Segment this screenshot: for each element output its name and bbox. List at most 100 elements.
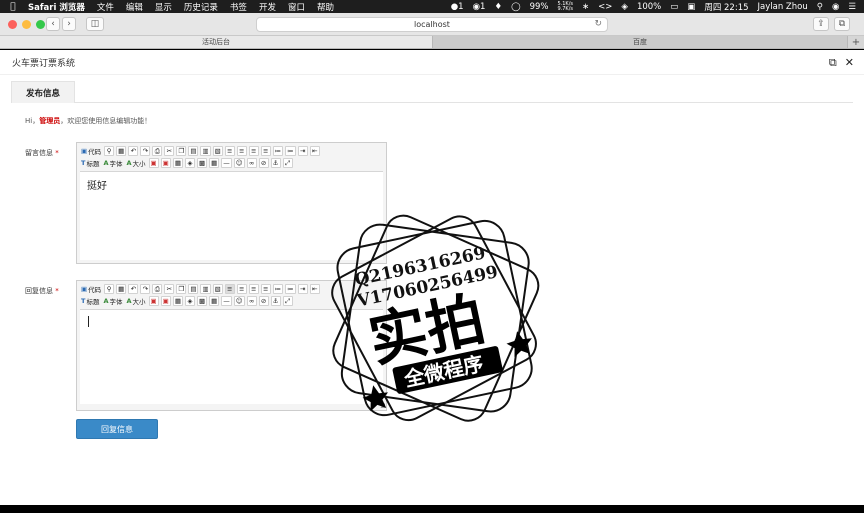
person-status[interactable]: ●1: [451, 2, 464, 12]
anchor-button[interactable]: ⚓: [270, 158, 281, 168]
align-left-button[interactable]: ≡: [224, 146, 235, 156]
unordered-list-button[interactable]: ≔: [285, 146, 296, 156]
redo-button[interactable]: ↷: [140, 284, 151, 294]
unlink-button[interactable]: ⊘: [258, 158, 269, 168]
menu-app-name[interactable]: Safari 浏览器: [28, 1, 85, 13]
align-center-button[interactable]: ≡: [236, 284, 247, 294]
copy-button[interactable]: ❐: [176, 284, 187, 294]
minimize-window-button[interactable]: [22, 20, 31, 29]
size-button[interactable]: A 大小: [125, 158, 146, 168]
code-icon[interactable]: <>: [598, 2, 612, 12]
tab-activity-admin[interactable]: 活动后台: [0, 36, 433, 48]
close-window-button[interactable]: [8, 20, 17, 29]
address-bar[interactable]: localhost ↻: [256, 17, 608, 32]
menu-view[interactable]: 显示: [155, 1, 172, 13]
font-button[interactable]: A 字体: [102, 296, 123, 306]
menu-help[interactable]: 帮助: [317, 1, 334, 13]
code-button[interactable]: ▣ 代码: [80, 284, 102, 294]
preview-button[interactable]: ⚲: [104, 284, 115, 294]
fullscreen-button[interactable]: ⤢: [282, 158, 293, 168]
menu-window[interactable]: 窗口: [288, 1, 305, 13]
clock[interactable]: 周四 22:15: [704, 1, 748, 13]
submit-reply-button[interactable]: 回复信息: [76, 419, 158, 439]
flash-button[interactable]: ◈: [184, 296, 195, 306]
ordered-list-button[interactable]: ≔: [272, 284, 284, 294]
wechat-status[interactable]: ◉1: [473, 2, 486, 12]
battery-icon[interactable]: ▭: [670, 2, 678, 12]
ordered-list-button[interactable]: ≔: [272, 146, 284, 156]
paste-text-button[interactable]: ▥: [200, 146, 211, 156]
copy-button[interactable]: ❐: [176, 146, 187, 156]
battery-ring-icon[interactable]: ◯: [511, 2, 521, 12]
siri-icon[interactable]: ◉: [832, 2, 839, 12]
menu-edit[interactable]: 编辑: [126, 1, 143, 13]
bg-color-button[interactable]: ▣: [160, 158, 171, 168]
hr-button[interactable]: —: [221, 158, 232, 168]
align-right-button[interactable]: ≡: [248, 146, 259, 156]
user-name[interactable]: Jaylan Zhou: [758, 2, 808, 12]
new-tab-button[interactable]: +: [848, 36, 864, 48]
bg-color-button[interactable]: ▣: [160, 296, 171, 306]
media-button[interactable]: ▩: [196, 158, 208, 168]
tab-baidu[interactable]: 百度: [433, 36, 848, 48]
link-button[interactable]: ∞: [246, 296, 257, 306]
notification-center-icon[interactable]: ☰: [848, 2, 856, 12]
unordered-list-button[interactable]: ≔: [285, 284, 296, 294]
menu-file[interactable]: 文件: [97, 1, 114, 13]
tab-publish-info[interactable]: 发布信息: [11, 81, 75, 103]
undo-button[interactable]: ↶: [128, 284, 139, 294]
image-button[interactable]: ▦: [172, 296, 183, 306]
reload-icon[interactable]: ↻: [594, 19, 602, 29]
menu-bookmarks[interactable]: 书签: [230, 1, 247, 13]
code-button[interactable]: ▣ 代码: [80, 146, 102, 156]
cut-button[interactable]: ✂: [164, 284, 175, 294]
emoticon-button[interactable]: ☺: [233, 296, 245, 306]
forward-button[interactable]: ›: [62, 17, 76, 31]
paste-text-button[interactable]: ▥: [200, 284, 211, 294]
media-button[interactable]: ▩: [196, 296, 208, 306]
tabs-overview-button[interactable]: ⧉: [834, 17, 850, 31]
print-button[interactable]: ⎙: [152, 146, 163, 156]
text-color-button[interactable]: ▣: [148, 296, 159, 306]
cut-button[interactable]: ✂: [164, 146, 175, 156]
table-button[interactable]: ▦: [209, 296, 220, 306]
anchor-button[interactable]: ⚓: [270, 296, 281, 306]
outdent-button[interactable]: ⇤: [309, 146, 320, 156]
close-icon[interactable]: ✕: [845, 56, 854, 70]
hr-button[interactable]: —: [221, 296, 232, 306]
preview-button[interactable]: ⚲: [104, 146, 115, 156]
heading-button[interactable]: T 标题: [80, 296, 100, 306]
paste-word-button[interactable]: ▧: [212, 146, 223, 156]
paste-word-button[interactable]: ▧: [212, 284, 223, 294]
share-button[interactable]: ⇪: [813, 17, 829, 31]
size-button[interactable]: A 大小: [125, 296, 146, 306]
paste-button[interactable]: ▤: [188, 284, 199, 294]
bluetooth-icon[interactable]: ∗: [582, 2, 589, 12]
heading-button[interactable]: T 标题: [80, 158, 100, 168]
font-button[interactable]: A 字体: [102, 158, 123, 168]
s-app-icon[interactable]: ▣: [687, 2, 695, 12]
restore-icon[interactable]: ⧉: [829, 56, 837, 70]
template-button[interactable]: ▦: [116, 146, 127, 156]
print-button[interactable]: ⎙: [152, 284, 163, 294]
align-left-button[interactable]: ≡: [224, 284, 235, 294]
bell-icon[interactable]: ♦: [494, 2, 502, 12]
table-button[interactable]: ▦: [209, 158, 220, 168]
menu-develop[interactable]: 开发: [259, 1, 276, 13]
image-button[interactable]: ▦: [172, 158, 183, 168]
link-button[interactable]: ∞: [246, 158, 257, 168]
undo-button[interactable]: ↶: [128, 146, 139, 156]
align-right-button[interactable]: ≡: [248, 284, 259, 294]
back-button[interactable]: ‹: [46, 17, 60, 31]
emoticon-button[interactable]: ☺: [233, 158, 245, 168]
template-button[interactable]: ▦: [116, 284, 127, 294]
menu-history[interactable]: 历史记录: [184, 1, 218, 13]
indent-button[interactable]: ⇥: [297, 146, 308, 156]
fullscreen-button[interactable]: ⤢: [282, 296, 293, 306]
justify-button[interactable]: ≡: [260, 284, 271, 294]
redo-button[interactable]: ↷: [140, 146, 151, 156]
flash-button[interactable]: ◈: [184, 158, 195, 168]
align-center-button[interactable]: ≡: [236, 146, 247, 156]
paste-button[interactable]: ▤: [188, 146, 199, 156]
zoom-window-button[interactable]: [36, 20, 45, 29]
